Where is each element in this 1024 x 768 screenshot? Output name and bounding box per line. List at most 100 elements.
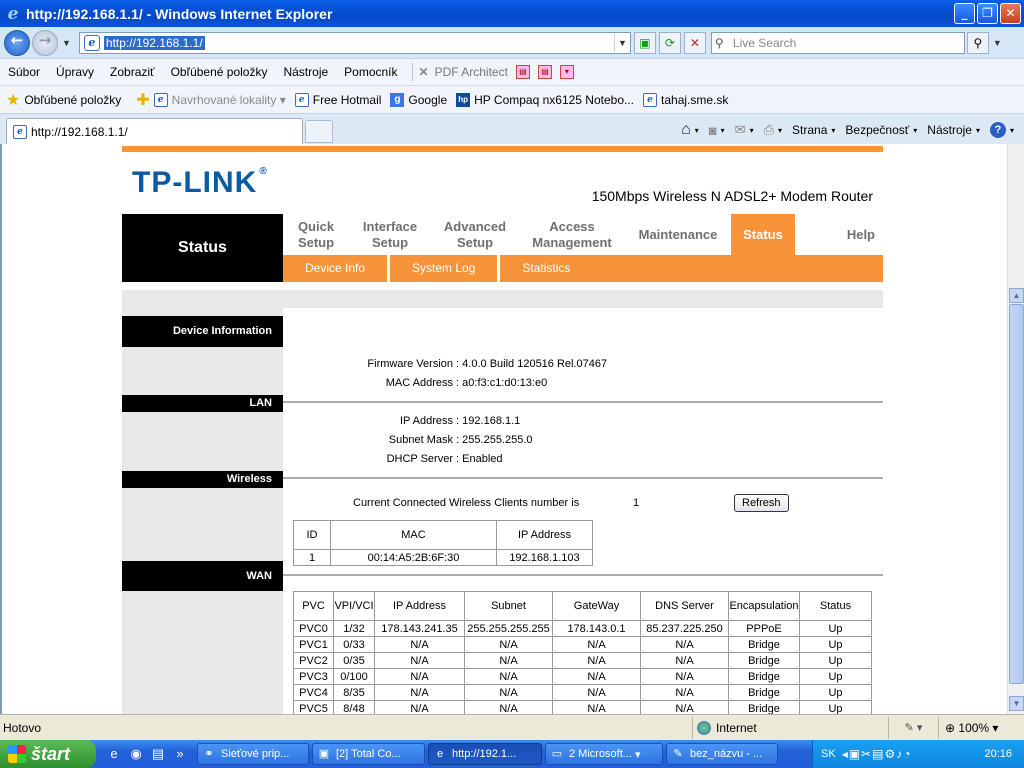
search-input[interactable]: Live Search — [733, 36, 796, 50]
nav-quick-setup[interactable]: Quick Setup — [283, 214, 349, 255]
maximize-button[interactable]: ❐ — [977, 3, 998, 24]
table-cell: PVC1 — [293, 636, 334, 653]
page-icon: e — [83, 34, 100, 51]
table-cell: Up — [799, 636, 872, 653]
taskbar: štart e ◉ ▤ » ⚭ Sieťové prip... ▣ [2] Tota… — [0, 740, 1024, 768]
task-total-commander[interactable]: ▣ [2] Total Co... — [312, 743, 425, 765]
table-header: MAC — [330, 520, 497, 550]
search-options-icon[interactable]: ▼ — [993, 38, 1002, 48]
table-cell: N/A — [374, 636, 465, 653]
refresh-icon[interactable]: ⟳ — [658, 31, 681, 54]
task-ie[interactable]: e http://192.1... — [428, 743, 542, 765]
tools-menu[interactable]: Nástroje ▾ — [927, 123, 980, 137]
nav-status[interactable]: Status — [731, 214, 795, 255]
table-cell: 178.143.241.35 — [374, 620, 465, 637]
scroll-up-icon[interactable]: ▲ — [1009, 288, 1024, 303]
back-button[interactable]: ← — [4, 29, 30, 56]
language-indicator[interactable]: SK — [821, 748, 836, 760]
menu-edit[interactable]: Úpravy — [48, 65, 102, 79]
address-dropdown-icon[interactable]: ▼ — [613, 33, 630, 52]
forward-button[interactable]: → — [32, 29, 58, 56]
address-input[interactable]: http://192.168.1.1/ — [103, 35, 205, 50]
favorites-button[interactable]: ★ Obľúbené položky — [0, 90, 121, 110]
menu-help[interactable]: Pomocník — [336, 65, 405, 79]
table-row: PVC2 0/35 N/A N/A N/A N/A Bridge Up — [293, 652, 872, 669]
task-network[interactable]: ⚭ Sieťové prip... — [197, 743, 309, 765]
safety-menu[interactable]: Bezpečnosť ▾ — [845, 123, 917, 137]
menu-bar: Súbor Úpravy Zobraziť Obľúbené položky N… — [0, 58, 1024, 85]
pdf-options-icon[interactable]: ▾ — [559, 65, 574, 79]
pdf-architect-toolbar[interactable]: ✕ PDF Architect ▤ ▤ ▾ — [419, 65, 574, 79]
nav-interface-setup[interactable]: Interface Setup — [349, 214, 431, 255]
pdf-open-icon[interactable]: ▤ — [537, 65, 552, 79]
ie-quicklaunch-icon[interactable]: e — [106, 746, 122, 762]
home-button[interactable]: ⌂ ▾ — [681, 121, 699, 139]
wireless-divider — [283, 477, 883, 479]
refresh-button[interactable]: Refresh — [734, 494, 789, 512]
fav-google[interactable]: g Google — [390, 92, 447, 107]
app-quicklaunch-icon[interactable]: ▤ — [150, 746, 166, 762]
add-favorite-icon: ✚ — [136, 91, 150, 109]
nav-access-management[interactable]: Access Management — [519, 214, 625, 255]
start-button[interactable]: štart — [0, 740, 96, 768]
new-tab-button[interactable] — [305, 120, 333, 143]
help-button[interactable]: ? ▾ — [989, 122, 1014, 138]
address-bar[interactable]: e http://192.168.1.1/ ▼ — [78, 31, 631, 54]
table-row: PVC0 1/32 178.143.241.35 255.255.255.255 178… — [293, 620, 872, 637]
browser-quicklaunch-icon[interactable]: ◉ — [128, 746, 144, 762]
fav-tahaj[interactable]: e tahaj.sme.sk — [643, 92, 728, 107]
tray-icons[interactable]: ◂▣✂▤⚙♪◔ — [842, 747, 912, 761]
mac-row: MAC Address : a0:f3:c1:d0:13:e0 — [385, 377, 548, 389]
menu-favorites[interactable]: Obľúbené položky — [163, 65, 276, 79]
protected-mode-icon[interactable]: ✎ ▾ — [888, 716, 938, 739]
more-quicklaunch-icon[interactable]: » — [172, 746, 188, 762]
page-menu[interactable]: Strana ▾ — [792, 123, 835, 137]
fav-hotmail[interactable]: e Free Hotmail — [294, 92, 381, 107]
subnav-statistics[interactable]: Statistics — [500, 255, 592, 282]
vertical-scrollbar[interactable]: ▲ ▼ — [1007, 144, 1024, 714]
nav-help[interactable]: Help — [795, 214, 883, 255]
zoom-control[interactable]: ⊕ 100% ▾ — [938, 716, 1024, 739]
scroll-down-icon[interactable]: ▼ — [1009, 696, 1024, 711]
subnav-device-info[interactable]: Device Info — [283, 255, 391, 282]
compatibility-view-icon[interactable]: ▣ — [633, 31, 656, 54]
table-cell: Bridge — [728, 668, 800, 685]
scroll-thumb[interactable] — [1009, 304, 1024, 684]
lan-divider — [283, 401, 883, 403]
suggested-sites[interactable]: ✚ e Navrhované lokality ▾ — [130, 90, 285, 110]
history-dropdown-icon[interactable]: ▼ — [62, 38, 71, 48]
minimize-button[interactable]: _ — [954, 3, 975, 24]
mail-button[interactable]: ✉ ▾ — [735, 122, 754, 138]
header: TP-LINK ® 150Mbps Wireless N ADSL2+ Modem… — [122, 152, 883, 214]
menu-tools[interactable]: Nástroje — [275, 65, 336, 79]
subnav-system-log[interactable]: System Log — [390, 255, 501, 282]
task-paint[interactable]: ✎ bez_názvu - ... — [666, 743, 778, 765]
table-header: Status — [799, 591, 872, 621]
search-go-icon[interactable]: ⚲ — [966, 31, 989, 54]
nav-advanced-setup[interactable]: Advanced Setup — [431, 214, 519, 255]
nav-maintenance[interactable]: Maintenance — [625, 214, 731, 255]
menu-view[interactable]: Zobraziť — [102, 65, 163, 79]
command-bar: ⌂ ▾ ◙ ▾ ✉ ▾ ⎙ ▾ Strana ▾ Bezpečnosť ▾ Nástroje… — [681, 118, 1024, 142]
folder-icon: ▣ — [318, 748, 330, 760]
sub-menu: Device Info System Log Statistics — [283, 255, 883, 282]
tab-router[interactable]: e http://192.168.1.1/ — [6, 118, 303, 144]
close-toolbar-icon[interactable]: ✕ — [419, 65, 429, 79]
stop-icon[interactable]: ✕ — [683, 31, 706, 54]
pdf-architect-label: PDF Architect — [434, 65, 508, 79]
pdf-convert-icon[interactable]: ▤ — [515, 65, 530, 79]
fav-hp[interactable]: hp HP Compaq nx6125 Notebo... — [456, 92, 634, 107]
table-cell: N/A — [552, 652, 641, 669]
task-microsoft[interactable]: ▭ 2 Microsoft... ▾ — [545, 743, 663, 765]
close-button[interactable]: ✕ — [1000, 3, 1021, 24]
feeds-button[interactable]: ◙ ▾ — [709, 123, 725, 138]
ie-logo-icon: e — [7, 3, 19, 24]
search-box[interactable]: ⚲ Live Search — [710, 31, 965, 54]
table-row: PVC3 0/100 N/A N/A N/A N/A Bridge Up — [293, 668, 872, 685]
table-cell: Bridge — [728, 684, 800, 701]
print-button[interactable]: ⎙ ▾ — [764, 122, 782, 138]
security-zone: Internet — [692, 716, 888, 739]
menu-file[interactable]: Súbor — [0, 65, 48, 79]
table-row: PVC4 8/35 N/A N/A N/A N/A Bridge Up — [293, 684, 872, 701]
table-cell: 178.143.0.1 — [552, 620, 641, 637]
